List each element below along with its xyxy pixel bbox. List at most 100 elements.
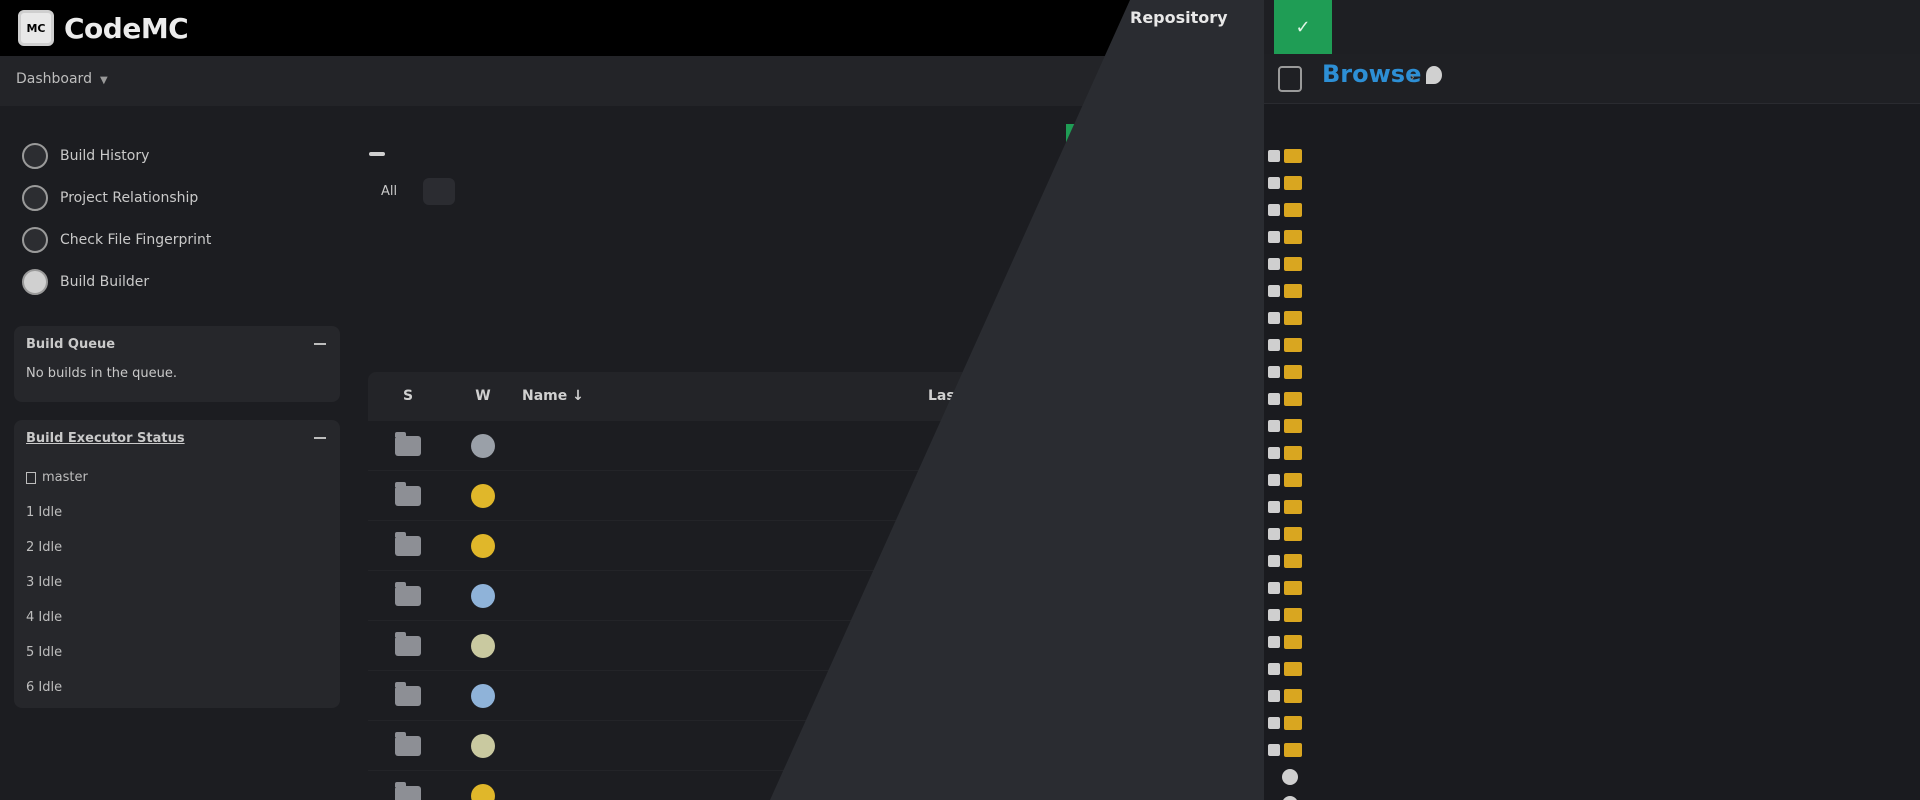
expand-icon[interactable] [1268, 527, 1280, 540]
column-status[interactable]: S [368, 388, 448, 404]
expand-icon[interactable] [1268, 635, 1280, 648]
build-queue-header[interactable]: Build Queue [14, 326, 340, 362]
collapse-icon[interactable] [314, 343, 326, 345]
folder-icon [395, 781, 421, 800]
tree-folder-row[interactable] [1268, 574, 1908, 601]
sponsor-logo[interactable] [369, 152, 385, 156]
folder-icon [1284, 310, 1302, 325]
brand-title[interactable]: CodeMC [64, 12, 189, 45]
breadcrumb[interactable]: Dashboard ▼ [16, 71, 108, 87]
tree-folder-row[interactable] [1268, 142, 1908, 169]
collapse-icon[interactable] [314, 437, 326, 439]
expand-icon[interactable] [1268, 554, 1280, 567]
repository-icon [1426, 66, 1442, 84]
tab-all[interactable]: All [365, 178, 413, 205]
weather-icon [471, 533, 495, 558]
tree-folder-row[interactable] [1268, 466, 1908, 493]
file-icon [1282, 795, 1298, 800]
repository-tree [1268, 142, 1908, 800]
breadcrumb-dashboard[interactable]: Dashboard [16, 71, 92, 87]
expand-icon[interactable] [1268, 743, 1280, 756]
tree-folder-row[interactable] [1268, 655, 1908, 682]
folder-icon [1284, 445, 1302, 460]
expand-icon[interactable] [1268, 392, 1280, 405]
expand-icon[interactable] [1268, 500, 1280, 513]
repository-tab[interactable]: Repository [1130, 8, 1228, 27]
expand-icon[interactable] [1268, 257, 1280, 270]
expand-icon[interactable] [1268, 473, 1280, 486]
expand-icon[interactable] [1268, 176, 1280, 189]
tree-folder-row[interactable] [1268, 601, 1908, 628]
task-project-relationship[interactable]: Project Relationship [22, 177, 322, 219]
expand-icon[interactable] [1268, 203, 1280, 216]
tree-folder-row[interactable] [1268, 682, 1908, 709]
expand-icon[interactable] [1268, 446, 1280, 459]
tree-folder-row[interactable] [1268, 358, 1908, 385]
tree-folder-row[interactable] [1268, 520, 1908, 547]
expand-icon[interactable] [1268, 419, 1280, 432]
tree-folder-row[interactable] [1268, 304, 1908, 331]
tree-folder-row[interactable] [1268, 736, 1908, 763]
tree-folder-row[interactable] [1268, 439, 1908, 466]
tree-folder-row[interactable] [1268, 547, 1908, 574]
repository-selector[interactable] [1426, 66, 1448, 84]
tab-second[interactable] [423, 178, 456, 205]
folder-icon [1284, 148, 1302, 163]
folder-icon [1284, 256, 1302, 271]
expand-icon[interactable] [1268, 230, 1280, 243]
executor-row: 3 Idle [26, 575, 63, 590]
expand-icon[interactable] [1268, 338, 1280, 351]
tree-folder-row[interactable] [1268, 385, 1908, 412]
task-build-builder[interactable]: Build Builder [22, 261, 322, 303]
folder-icon [1284, 526, 1302, 541]
expand-icon[interactable] [1268, 311, 1280, 324]
browse-title: Browse [1322, 60, 1422, 88]
weather-cell [448, 733, 518, 758]
status-cell [368, 431, 448, 456]
browser-header [1264, 0, 1920, 54]
expand-icon[interactable] [1268, 284, 1280, 297]
expand-icon[interactable] [1268, 716, 1280, 729]
home-icon[interactable] [1278, 66, 1302, 92]
expand-icon[interactable] [1268, 365, 1280, 378]
expand-icon[interactable] [1268, 608, 1280, 621]
weather-icon [471, 583, 495, 608]
column-name[interactable]: Name ↓ [518, 388, 928, 404]
tree-folder-row[interactable] [1268, 250, 1908, 277]
folder-icon [1284, 580, 1302, 595]
weather-cell [448, 783, 518, 800]
repository-logo-icon[interactable]: ✓ [1274, 0, 1332, 54]
task-build-history[interactable]: Build History [22, 135, 322, 177]
expand-icon[interactable] [1268, 689, 1280, 702]
chevron-down-icon[interactable]: ▼ [100, 75, 108, 86]
tree-folder-row[interactable] [1268, 493, 1908, 520]
tree-file-row[interactable] [1268, 790, 1908, 800]
expand-icon[interactable] [1268, 149, 1280, 162]
tree-folder-row[interactable] [1268, 223, 1908, 250]
tree-folder-row[interactable] [1268, 277, 1908, 304]
weather-cell [448, 583, 518, 608]
expand-icon[interactable] [1268, 581, 1280, 594]
expand-icon[interactable] [1268, 662, 1280, 675]
executor-status-header[interactable]: Build Executor Status [14, 420, 340, 456]
tree-folder-row[interactable] [1268, 628, 1908, 655]
folder-icon [395, 531, 421, 556]
codemc-logo-icon[interactable]: MC [18, 10, 54, 46]
tree-folder-row[interactable] [1268, 196, 1908, 223]
tree-file-row[interactable] [1268, 763, 1908, 790]
node-master[interactable]: master [26, 460, 328, 495]
tree-folder-row[interactable] [1268, 412, 1908, 439]
column-weather[interactable]: W [448, 388, 518, 404]
weather-icon [471, 633, 495, 658]
folder-icon [395, 731, 421, 756]
relationship-icon [22, 185, 48, 211]
tree-folder-row[interactable] [1268, 331, 1908, 358]
executor-status-title[interactable]: Build Executor Status [26, 431, 185, 446]
tree-folder-row[interactable] [1268, 709, 1908, 736]
task-check-fingerprint[interactable]: Check File Fingerprint [22, 219, 322, 261]
weather-icon [471, 733, 495, 758]
weather-cell [448, 683, 518, 708]
task-label: Check File Fingerprint [60, 232, 212, 248]
node-name: master [42, 470, 88, 485]
tree-folder-row[interactable] [1268, 169, 1908, 196]
